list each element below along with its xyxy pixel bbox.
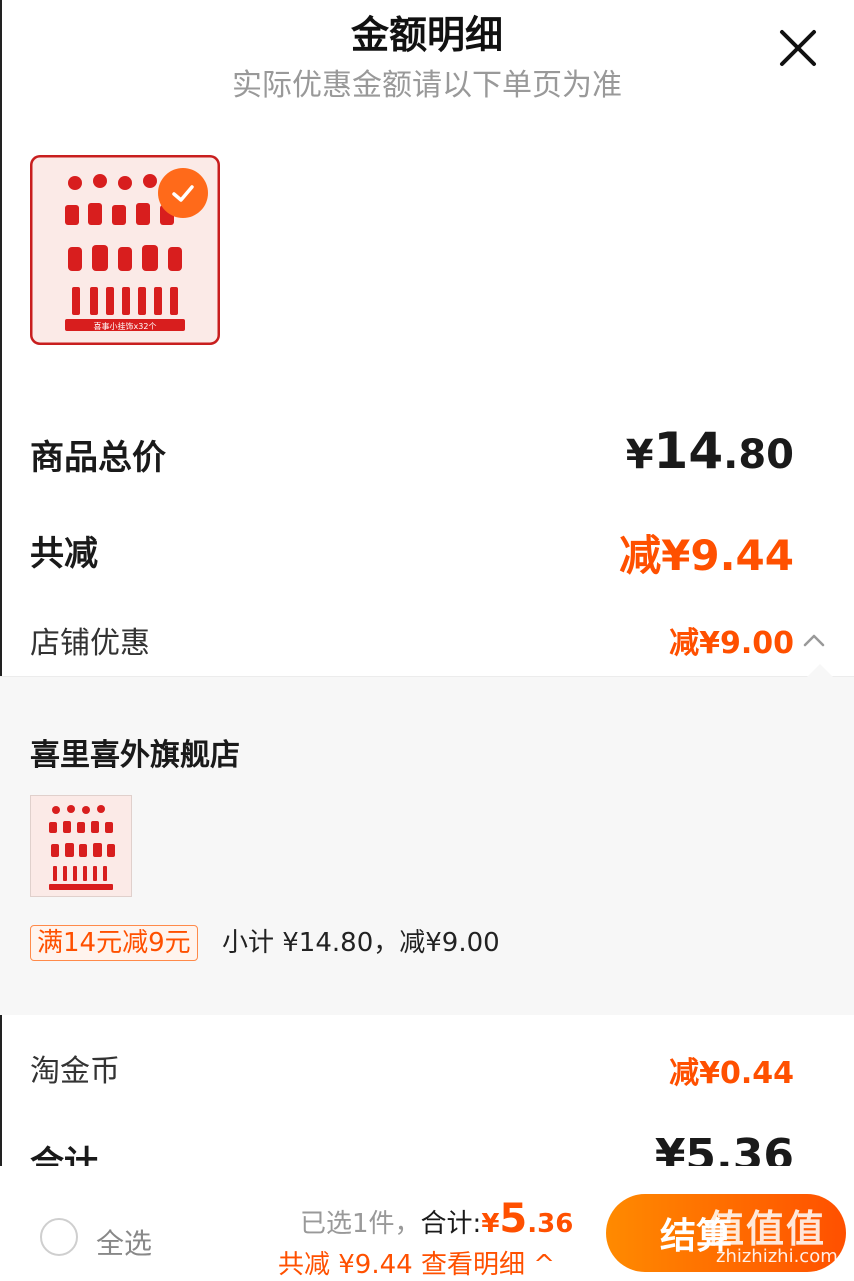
- page-subtitle: 实际优惠金额请以下单页为准: [232, 68, 622, 103]
- total-int: 14: [653, 422, 724, 480]
- store-discount-toggle[interactable]: 减¥9.00: [669, 618, 826, 662]
- coins-value: 减¥0.44: [669, 1056, 794, 1091]
- total-price-value: ¥14.80: [626, 422, 794, 480]
- sum-int: 5: [499, 1196, 528, 1242]
- selected-check-badge[interactable]: [158, 168, 208, 218]
- total-currency: ¥: [625, 432, 654, 478]
- page-title: 金额明细: [350, 13, 503, 57]
- total-price-label: 商品总价: [30, 438, 166, 478]
- store-discount-label: 店铺优惠: [30, 626, 150, 661]
- sum-label: 合计:: [420, 1209, 482, 1239]
- store-subtotal: 小计 ¥14.80，减¥9.00: [222, 928, 500, 958]
- view-detail-link[interactable]: 共减 ¥9.44 查看明细 ^: [278, 1244, 555, 1281]
- watermark-url: zhizhizhi.com: [716, 1246, 838, 1267]
- footer-summary: 已选1件，合计:¥5.36: [300, 1196, 573, 1242]
- watermark-logo: 值值值: [706, 1207, 827, 1251]
- store-product-thumbnail[interactable]: [30, 795, 132, 897]
- store-name: 喜里喜外旗舰店: [30, 738, 240, 773]
- sum-dec: .36: [527, 1209, 574, 1239]
- selected-count: 已选1件，: [300, 1209, 421, 1239]
- checkmark-icon: [172, 185, 194, 202]
- total-reduce-label: 共减: [30, 534, 98, 574]
- chevron-up-icon: [803, 634, 825, 647]
- total-reduce-value: 减¥9.44: [619, 531, 794, 580]
- product-illustration-small: [31, 796, 131, 896]
- promo-tag: 满14元减9元: [30, 925, 198, 961]
- select-all-radio[interactable]: [40, 1218, 78, 1256]
- close-button[interactable]: [776, 26, 820, 70]
- left-border: [0, 0, 2, 1279]
- select-all-label[interactable]: 全选: [96, 1222, 152, 1262]
- store-discount-value: 减¥9.00: [669, 626, 794, 661]
- panel-pointer: [807, 664, 833, 677]
- total-dec: .80: [723, 432, 794, 478]
- coins-label: 淘金币: [30, 1054, 120, 1089]
- sum-currency: ¥: [481, 1209, 500, 1239]
- close-icon: [780, 30, 816, 66]
- product-image-caption: 喜事小挂饰x32个: [94, 321, 157, 331]
